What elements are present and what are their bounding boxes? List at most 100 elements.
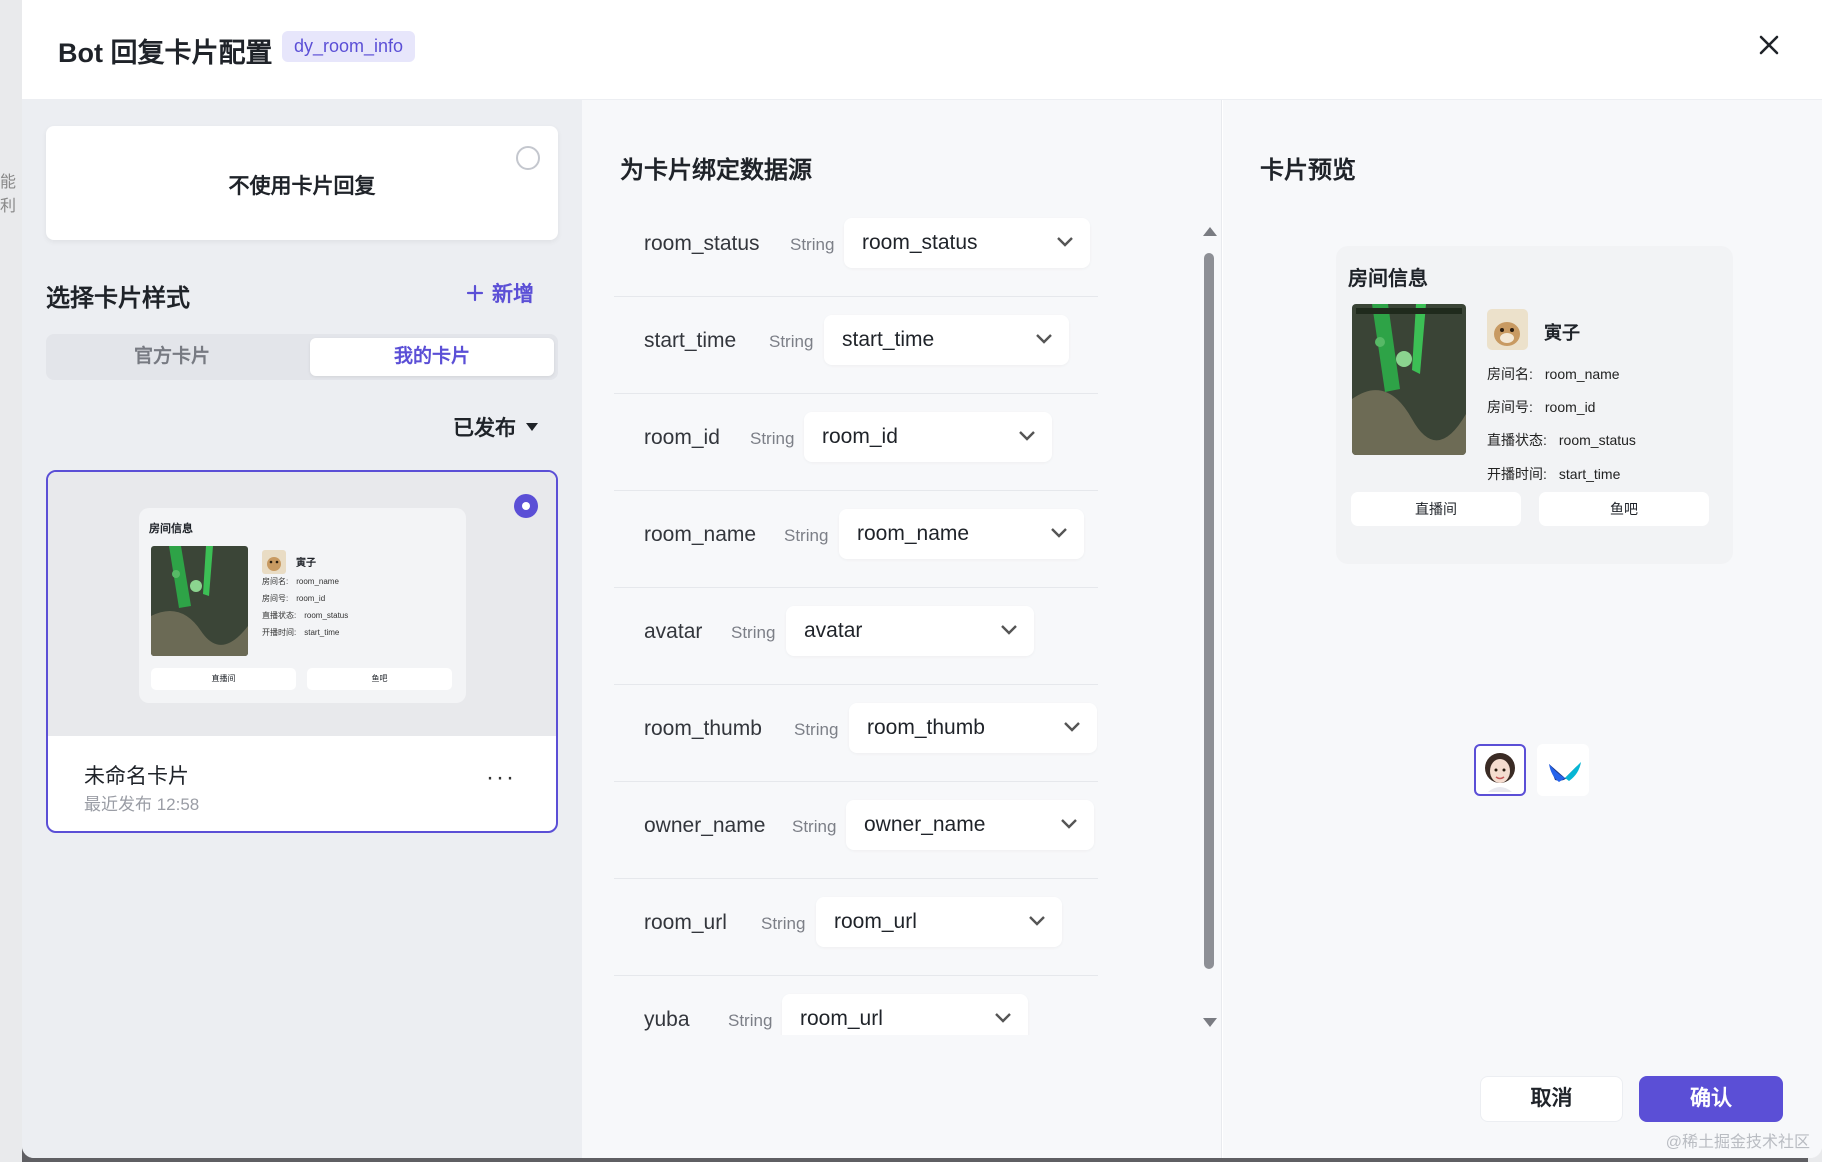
select-value: avatar [804,619,863,642]
preview-row: 房间号: room_id [1487,397,1595,417]
preview-client-switch[interactable] [1474,744,1526,796]
preview-row-value: room_id [1544,399,1596,415]
datasource-select[interactable]: start_time [824,315,1069,365]
tab-my-cards[interactable]: 我的卡片 [310,338,554,376]
more-options-button[interactable]: ··· [486,764,516,792]
mini-yuba-button: 鱼吧 [307,668,452,690]
preview-row: 开播时间: start_time [1487,464,1620,484]
style-card-published-time: 最近发布 12:58 [84,795,200,814]
field-name: room_name [644,523,757,546]
binding-scrollbar[interactable] [1200,218,1218,1038]
preview-live-button[interactable]: 直播间 [1351,492,1521,526]
tab-official-cards[interactable]: 官方卡片 [50,338,294,376]
field-name: avatar [644,620,703,643]
style-card-name: 未命名卡片 [84,765,189,788]
datasource-select[interactable]: room_url [782,994,1028,1035]
preview-row-value: room_status [1558,432,1636,448]
chevron-down-icon [1057,237,1073,247]
mini-row: 开播时间: start_time [262,627,339,638]
owner-avatar [1487,309,1528,350]
select-value: room_url [834,910,917,933]
field-name: start_time [644,329,737,352]
datasource-tag: dy_room_info [282,31,416,62]
preview-title: 卡片预览 [1260,157,1356,184]
preview-row-key: 房间名: [1487,366,1533,382]
binding-title: 为卡片绑定数据源 [620,157,812,184]
datasource-select[interactable]: room_name [839,509,1084,559]
field-type: String [728,1011,773,1030]
style-card-item[interactable]: 房间信息 寅子 房间名: room_name 房间号: room_id 直播状态… [46,470,558,833]
field-name: room_id [644,426,720,449]
modal-title: Bot 回复卡片配置 [58,38,273,68]
cancel-button[interactable]: 取消 [1480,1076,1623,1122]
preview-owner-name: 寅子 [1544,323,1580,343]
select-value: room_id [822,425,898,448]
datasource-select[interactable]: room_status [844,218,1090,268]
mini-row-value: start_time [304,628,340,637]
chevron-down-icon [1061,819,1077,829]
preview-row-value: room_name [1544,366,1620,382]
mini-row-key: 房间名: [262,577,289,586]
datasource-select[interactable]: owner_name [846,800,1094,850]
scroll-down-icon[interactable] [1203,1018,1217,1027]
avatar-girl-icon [1485,753,1515,792]
binding-row: avatar String avatar [614,588,1098,685]
feishu-bird-icon [1549,762,1581,782]
field-name: room_url [644,911,727,934]
mini-row-key: 开播时间: [262,628,297,637]
select-value: start_time [842,328,935,351]
field-type: String [794,720,839,739]
backdrop-left: 能利 [0,0,22,1162]
select-value: room_thumb [867,716,985,739]
mini-row: 房间号: room_id [262,593,325,604]
scrollbar-thumb[interactable] [1204,253,1214,969]
scroll-up-icon[interactable] [1203,227,1217,236]
card-style-panel: 不使用卡片回复 选择卡片样式 新增 官方卡片 我的卡片 已发布 房间信息 寅子 … [22,100,582,1158]
chevron-down-icon [1051,528,1067,538]
field-type: String [731,623,776,642]
datasource-select[interactable]: room_url [816,897,1062,947]
field-type: String [769,332,814,351]
preview-row-key: 直播状态: [1487,432,1547,448]
binding-row: room_thumb String room_thumb [614,685,1098,782]
binding-list: room_status String room_status start_tim… [614,200,1098,1035]
mini-row-value: room_id [296,594,326,603]
binding-row: room_status String room_status [614,200,1098,297]
preview-card-title: 房间信息 [1348,268,1428,290]
chevron-down-icon [1029,916,1045,926]
publish-status-filter[interactable]: 已发布 [453,412,538,442]
no-card-option[interactable]: 不使用卡片回复 [46,126,558,240]
mini-row-value: room_name [296,577,339,586]
mini-row-key: 直播状态: [262,611,297,620]
preview-yuba-button[interactable]: 鱼吧 [1539,492,1709,526]
owner-avatar [262,550,286,574]
datasource-select[interactable]: room_id [804,412,1052,462]
confirm-button[interactable]: 确认 [1639,1076,1783,1122]
datasource-select[interactable]: room_thumb [849,703,1097,753]
caret-down-icon [526,423,538,431]
mini-live-button: 直播间 [151,668,296,690]
datasource-select[interactable]: avatar [786,606,1034,656]
publish-filter-label: 已发布 [453,417,516,440]
field-type: String [761,914,806,933]
no-card-label: 不使用卡片回复 [228,175,376,198]
close-icon [1759,35,1779,55]
add-card-button[interactable]: 新增 [466,278,534,308]
preview-client-switch[interactable] [1537,744,1589,796]
field-name: yuba [644,1008,690,1031]
room-thumbnail-image [1352,304,1466,455]
card-config-modal: Bot 回复卡片配置 dy_room_info 不使用卡片回复 选择卡片样式 新… [22,0,1822,1158]
mini-card-preview: 房间信息 寅子 房间名: room_name 房间号: room_id 直播状态… [139,508,466,703]
modal-header: Bot 回复卡片配置 dy_room_info [22,0,1822,100]
no-card-radio[interactable] [516,146,540,170]
close-button[interactable] [1754,30,1784,60]
field-type: String [750,429,795,448]
card-preview: 房间信息 寅子 房间名: room_name 房间号: room_id 直播状态: r [1336,246,1733,564]
chevron-down-icon [1064,722,1080,732]
select-value: room_status [862,231,978,254]
binding-row: room_id String room_id [614,394,1098,491]
style-card-radio[interactable] [514,494,538,518]
binding-row: owner_name String owner_name [614,782,1098,879]
field-type: String [784,526,829,545]
mini-card-title: 房间信息 [149,523,193,535]
